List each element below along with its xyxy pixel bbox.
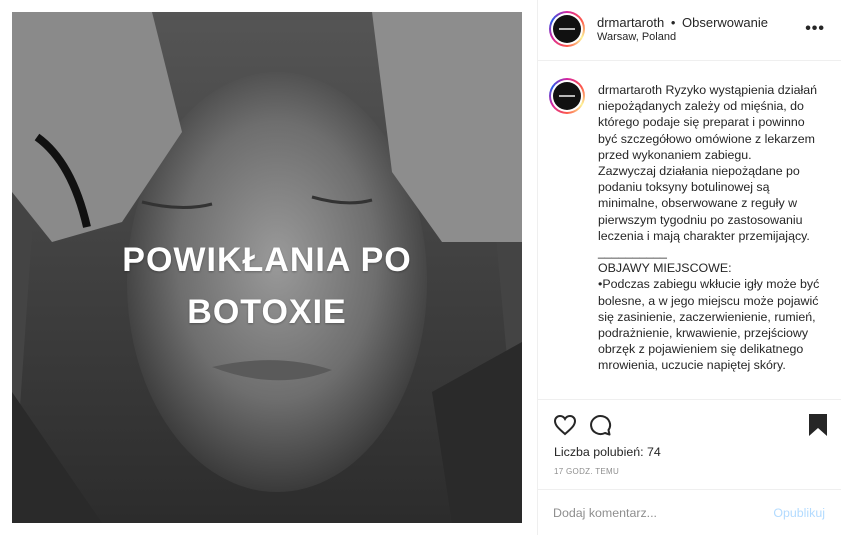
- more-options-icon[interactable]: •••: [805, 20, 825, 38]
- add-comment-bar: Opublikuj: [538, 489, 841, 535]
- comment-icon[interactable]: [588, 414, 612, 436]
- post-actions: Liczba polubień: 74 17 GODZ. TEMU: [538, 399, 841, 489]
- heart-icon[interactable]: [553, 414, 577, 436]
- author-line: drmartaroth • Obserwowanie: [597, 15, 768, 30]
- author-avatar[interactable]: [549, 11, 585, 47]
- author-username-link[interactable]: drmartaroth: [597, 15, 664, 30]
- add-comment-input[interactable]: [553, 502, 753, 524]
- post-photo[interactable]: POWIKŁANIA PO BOTOXIE: [12, 12, 522, 523]
- post-header: drmartaroth • Obserwowanie Warsaw, Polan…: [538, 0, 841, 61]
- caption-username-link[interactable]: drmartaroth: [598, 83, 662, 97]
- post-overlay-headline: POWIKŁANIA PO BOTOXIE: [12, 234, 522, 338]
- post-side-panel: drmartaroth • Obserwowanie Warsaw, Polan…: [537, 0, 841, 535]
- separator-dot: •: [670, 15, 676, 30]
- likes-count[interactable]: Liczba polubień: 74: [554, 445, 661, 459]
- bookmark-icon[interactable]: [808, 413, 828, 437]
- post-caption: drmartaroth Ryzyko wystąpienia działań n…: [598, 82, 826, 374]
- caption-text: Ryzyko wystąpienia działań niepożądanych…: [598, 83, 820, 373]
- instagram-post-view: POWIKŁANIA PO BOTOXIE drmartaroth • Obse…: [0, 0, 841, 535]
- post-timestamp[interactable]: 17 GODZ. TEMU: [554, 467, 619, 476]
- caption-author-avatar[interactable]: [549, 78, 585, 114]
- location-link[interactable]: Warsaw, Poland: [597, 31, 676, 43]
- post-comment-button[interactable]: Opublikuj: [773, 506, 825, 520]
- overlay-line-1: POWIKŁANIA PO: [122, 241, 412, 279]
- overlay-line-2: BOTOXIE: [187, 293, 347, 331]
- following-button[interactable]: Obserwowanie: [682, 15, 768, 30]
- comments-scroll-area[interactable]: drmartaroth Ryzyko wystąpienia działań n…: [538, 62, 841, 399]
